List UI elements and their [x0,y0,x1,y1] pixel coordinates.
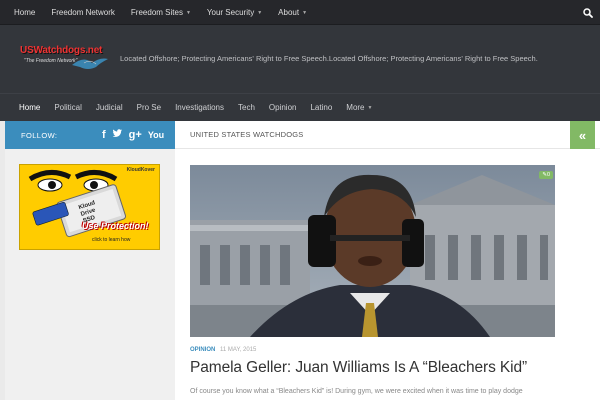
eagle-icon [72,58,108,69]
youtube-icon[interactable]: You [148,128,164,143]
nav-pro-se[interactable]: Pro Se [130,94,168,122]
chevron-down-icon: ▼ [257,9,263,16]
post-category-link[interactable]: OPINION [190,347,215,353]
topnav-home-label: Home [14,8,36,17]
nav-home-label: Home [19,103,41,112]
topnav-freedom-sites[interactable]: Freedom Sites ▼ [123,0,199,25]
twitter-icon[interactable] [112,128,123,143]
topnav-about-label: About [278,8,300,17]
kloudkover-ad[interactable]: KloudKover Kloud Drive SSD Use Protectio… [19,164,160,250]
comment-count-badge[interactable]: ✎0 [539,171,553,179]
nav-more[interactable]: More ▼ [339,94,379,122]
topnav-about[interactable]: About ▼ [270,0,315,25]
nav-political[interactable]: Political [47,94,89,122]
nav-tech-label: Tech [238,103,255,112]
page-heading: UNITED STATES WATCHDOGS [190,130,304,139]
ad-cta: Use Protection! [82,221,149,231]
post-date: 11 MAY, 2015 [220,347,257,353]
top-bar: Home Freedom Network Freedom Sites ▼ Your… [0,0,600,25]
topnav-home[interactable]: Home [6,0,43,25]
sidebar: FOLLOW: f g+ You KloudKover Kloud Drive … [5,121,175,400]
nav-latino[interactable]: Latino [303,94,339,122]
topnav-freedom-network-label: Freedom Network [51,8,115,17]
main-content: UNITED STATES WATCHDOGS « ✎0 OPINION 11 … [175,121,600,400]
post-title-link[interactable]: Pamela Geller: Juan Williams Is A “Bleac… [190,359,527,377]
post-excerpt: Of course you know what a “Bleachers Kid… [190,388,523,395]
topnav-freedom-sites-label: Freedom Sites [130,8,183,17]
search-button[interactable] [575,0,600,25]
nav-investigations[interactable]: Investigations [168,94,231,122]
nav-judicial[interactable]: Judicial [89,94,130,122]
ad-learn-link: click to learn how [92,237,131,243]
chevron-down-icon: ▼ [367,104,373,111]
sidebar-toggle-button[interactable]: « [570,121,595,149]
nav-opinion-label: Opinion [268,103,297,112]
search-icon [582,7,593,18]
top-nav: Home Freedom Network Freedom Sites ▼ Your… [0,0,600,25]
ad-illustration: Kloud Drive SSD [28,170,127,238]
page-heading-bar: UNITED STATES WATCHDOGS [175,121,600,149]
social-links: f g+ You [102,128,164,143]
topnav-freedom-network[interactable]: Freedom Network [43,0,123,25]
main-nav: Home Political Judicial Pro Se Investiga… [0,93,600,121]
facebook-icon[interactable]: f [102,128,106,143]
site-header: USWatchdogs.net "The Freedom Network" Lo… [0,25,600,93]
featured-photo [190,165,555,337]
nav-political-label: Political [54,103,82,112]
comment-count: 0 [546,172,550,178]
site-tagline: Located Offshore; Protecting Americans' … [120,54,538,63]
featured-image[interactable]: ✎0 [190,165,555,337]
nav-latino-label: Latino [310,103,333,112]
nav-opinion[interactable]: Opinion [262,94,304,122]
nav-more-label: More [346,103,365,112]
site-logo[interactable]: USWatchdogs.net "The Freedom Network" [20,45,112,75]
nav-pro-se-label: Pro Se [136,103,162,112]
chevron-down-icon: ▼ [185,9,191,16]
double-chevron-left-icon: « [578,127,587,143]
nav-investigations-label: Investigations [175,103,224,112]
topnav-your-security[interactable]: Your Security ▼ [199,0,270,25]
topnav-your-security-label: Your Security [206,8,255,17]
nav-judicial-label: Judicial [95,103,123,112]
nav-home[interactable]: Home [12,94,47,122]
google-plus-icon[interactable]: g+ [129,128,142,143]
nav-tech[interactable]: Tech [231,94,262,122]
post-meta: OPINION 11 MAY, 2015 [190,347,256,353]
chevron-down-icon: ▼ [302,9,308,16]
follow-label: FOLLOW: [21,130,58,140]
